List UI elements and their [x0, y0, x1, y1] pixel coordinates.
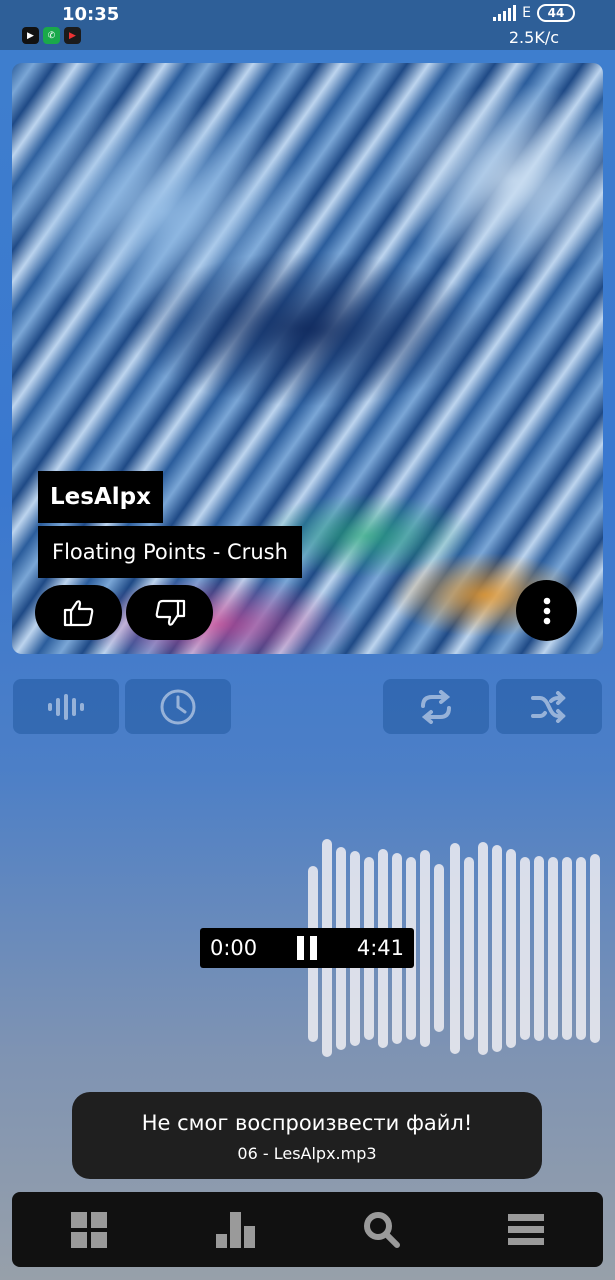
nav-menu[interactable] — [452, 1192, 599, 1267]
status-notification-icons: ▶ ✆ ▶ — [22, 27, 81, 44]
like-button[interactable] — [35, 585, 122, 640]
pause-icon — [297, 936, 304, 960]
bar-chart-icon — [215, 1211, 255, 1248]
playback-time-bar: 0:00 4:41 — [200, 928, 414, 968]
signal-icon — [493, 5, 517, 21]
search-icon — [363, 1211, 400, 1248]
video-app-icon: ▶ — [22, 27, 39, 44]
waveform-bar — [420, 850, 430, 1047]
battery-icon: 44 — [537, 4, 575, 22]
more-vertical-icon — [543, 597, 550, 624]
waveform-bar — [506, 849, 516, 1048]
status-time: 10:35 — [62, 4, 120, 25]
waveform-bar — [548, 857, 558, 1040]
artist-name: LesAlpx — [38, 471, 163, 523]
waveform-bar — [434, 864, 444, 1032]
menu-icon — [507, 1213, 544, 1245]
shuffle-button[interactable] — [496, 679, 602, 734]
toast-filename: 06 - LesAlpx.mp3 — [237, 1144, 377, 1163]
history-button[interactable] — [125, 679, 231, 734]
total-time: 4:41 — [356, 936, 404, 960]
more-options-button[interactable] — [516, 580, 577, 641]
track-title: Floating Points - Crush — [38, 526, 302, 578]
waveform-bar — [492, 845, 502, 1052]
bottom-navigation — [12, 1192, 603, 1267]
thumbs-up-icon — [63, 599, 93, 626]
nav-library[interactable] — [15, 1192, 162, 1267]
network-speed: 2.5K/c — [508, 28, 559, 47]
waveform-bar — [520, 857, 530, 1040]
waveform-bar — [590, 854, 600, 1043]
network-type: E — [522, 5, 531, 21]
dislike-button[interactable] — [126, 585, 213, 640]
visualizer-button[interactable] — [13, 679, 119, 734]
status-bar: 10:35 ▶ ✆ ▶ E 44 2.5K/c — [0, 0, 615, 50]
nav-charts[interactable] — [162, 1192, 309, 1267]
waveform-bar — [464, 857, 474, 1040]
error-toast: Не смог воспроизвести файл! 06 - LesAlpx… — [72, 1092, 542, 1179]
grid-icon — [70, 1211, 107, 1248]
media-app-icon: ▶ — [64, 27, 81, 44]
toast-message: Не смог воспроизвести файл! — [141, 1111, 473, 1135]
waveform-icon — [48, 693, 84, 720]
waveform-bar — [478, 842, 488, 1055]
status-indicators: E 44 — [493, 4, 575, 22]
pause-button[interactable] — [296, 936, 320, 960]
repeat-icon — [421, 689, 451, 724]
clock-icon — [160, 689, 196, 724]
phone-app-icon: ✆ — [43, 27, 60, 44]
thumbs-down-icon — [155, 599, 185, 626]
nav-search[interactable] — [308, 1192, 455, 1267]
waveform-bar — [562, 857, 572, 1040]
current-time: 0:00 — [210, 936, 258, 960]
waveform-bar — [534, 856, 544, 1041]
repeat-button[interactable] — [383, 679, 489, 734]
waveform-bar — [576, 857, 586, 1040]
waveform-bar — [450, 843, 460, 1054]
shuffle-icon — [531, 690, 566, 723]
album-art[interactable]: LesAlpx Floating Points - Crush — [12, 63, 603, 654]
